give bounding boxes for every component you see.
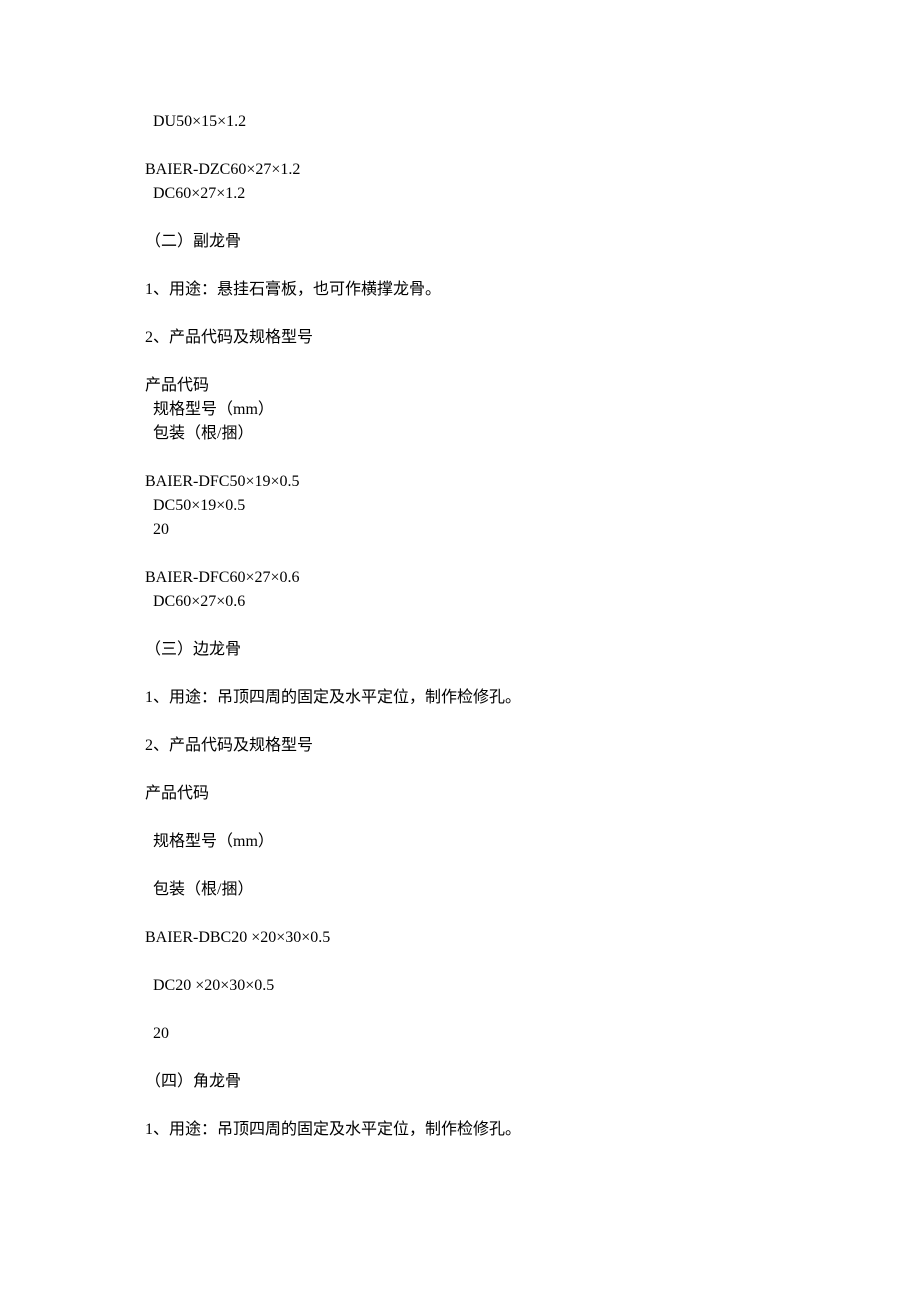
- spacer: [145, 998, 775, 1022]
- text-line: 2、产品代码及规格型号: [145, 326, 775, 350]
- spacer: [145, 950, 775, 974]
- text-line: （三）边龙骨: [145, 638, 775, 662]
- text-line: 规格型号（mm）: [145, 830, 775, 854]
- text-line: （二）副龙骨: [145, 230, 775, 254]
- text-line: 1、用途：吊顶四周的固定及水平定位，制作检修孔。: [145, 1118, 775, 1142]
- text-line: 产品代码: [145, 782, 775, 806]
- text-line: DC60×27×1.2: [145, 182, 775, 206]
- text-line: BAIER-DZC60×27×1.2: [145, 158, 775, 182]
- spacer: [145, 758, 775, 782]
- text-line: 1、用途：吊顶四周的固定及水平定位，制作检修孔。: [145, 686, 775, 710]
- spacer: [145, 662, 775, 686]
- text-line: 2、产品代码及规格型号: [145, 734, 775, 758]
- text-line: DC60×27×0.6: [145, 590, 775, 614]
- spacer: [145, 302, 775, 326]
- spacer: [145, 206, 775, 230]
- text-line: （四）角龙骨: [145, 1070, 775, 1094]
- text-line: BAIER-DFC60×27×0.6: [145, 566, 775, 590]
- spacer: [145, 446, 775, 470]
- spacer: [145, 1046, 775, 1070]
- text-line: BAIER-DBC20 ×20×30×0.5: [145, 926, 775, 950]
- spacer: [145, 542, 775, 566]
- spacer: [145, 254, 775, 278]
- text-line: BAIER-DFC50×19×0.5: [145, 470, 775, 494]
- spacer: [145, 614, 775, 638]
- text-line: DU50×15×1.2: [145, 110, 775, 134]
- spacer: [145, 902, 775, 926]
- text-line: 1、用途：悬挂石膏板，也可作横撑龙骨。: [145, 278, 775, 302]
- spacer: [145, 806, 775, 830]
- spacer: [145, 854, 775, 878]
- text-line: 产品代码: [145, 374, 775, 398]
- text-line: 20: [145, 1022, 775, 1046]
- text-line: DC20 ×20×30×0.5: [145, 974, 775, 998]
- spacer: [145, 134, 775, 158]
- spacer: [145, 710, 775, 734]
- document-body: DU50×15×1.2 BAIER-DZC60×27×1.2 DC60×27×1.…: [145, 110, 775, 1142]
- text-line: 20: [145, 518, 775, 542]
- spacer: [145, 350, 775, 374]
- text-line: DC50×19×0.5: [145, 494, 775, 518]
- text-line: 包装（根/捆）: [145, 422, 775, 446]
- text-line: 规格型号（mm）: [145, 398, 775, 422]
- spacer: [145, 1094, 775, 1118]
- text-line: 包装（根/捆）: [145, 878, 775, 902]
